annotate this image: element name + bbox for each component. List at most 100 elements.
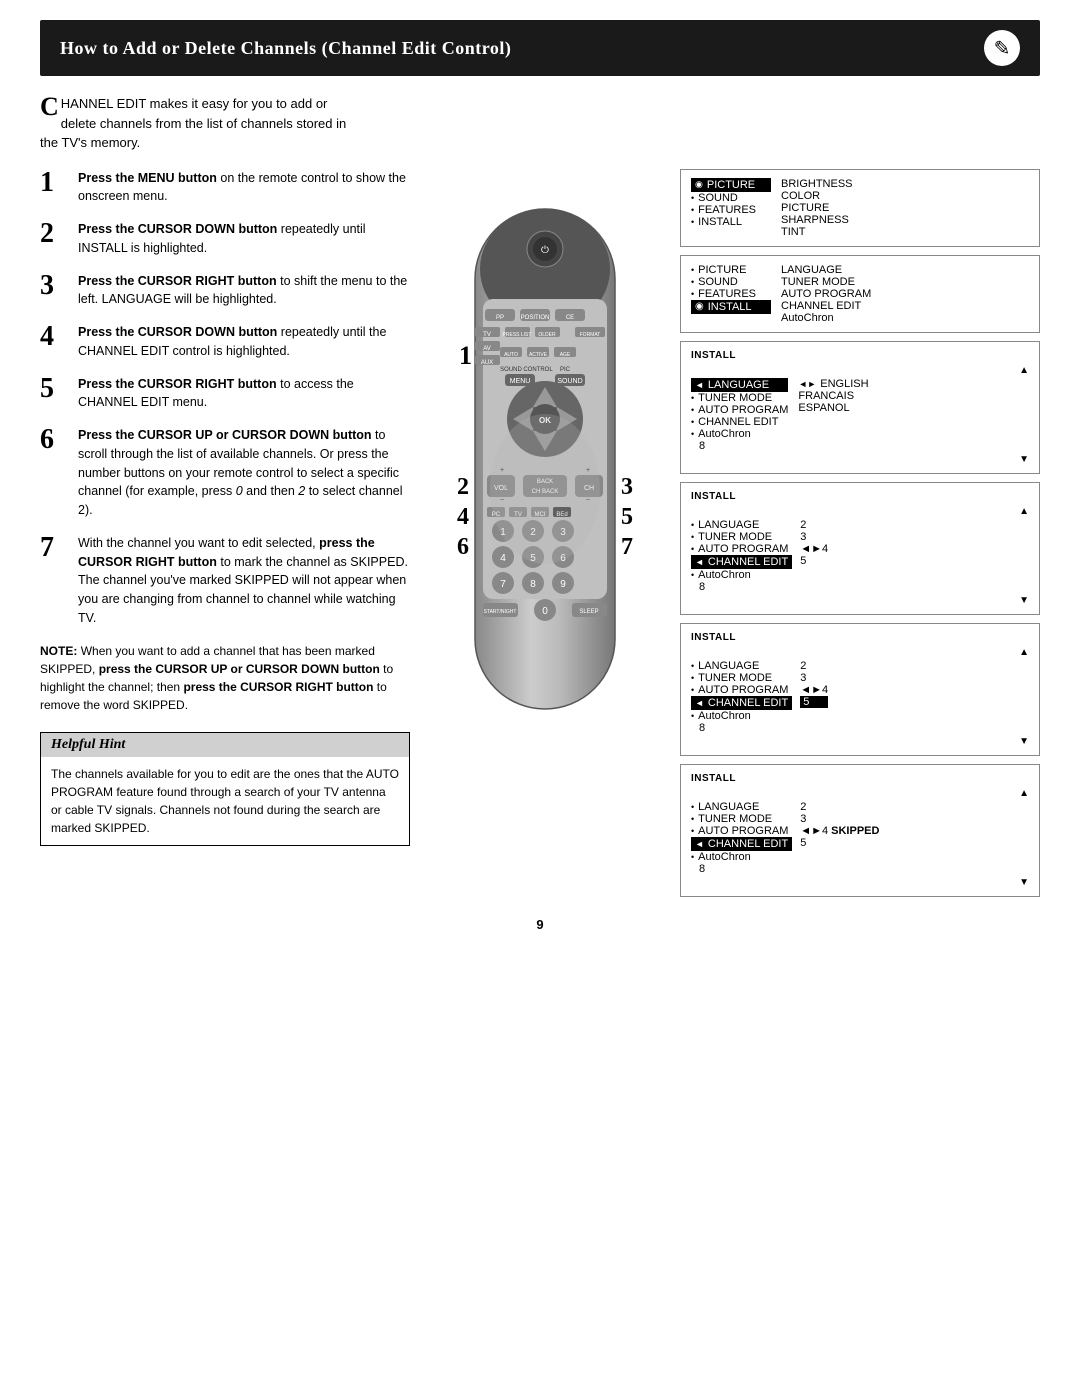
screen5-right: 2 3 ◄►4 5 xyxy=(800,660,828,734)
screen5-up-arrow: ▲ xyxy=(691,647,1029,658)
menu-screen-6: INSTALL ▲ • LANGUAGE • TUNER MODE • AUTO… xyxy=(680,764,1040,897)
step6-bold: Press the CURSOR UP or CURSOR DOWN butto… xyxy=(78,428,372,442)
screen3-down-arrow: ▼ xyxy=(691,454,1029,465)
svg-text:4: 4 xyxy=(457,504,469,530)
s3-espanol: ESPANOL xyxy=(798,402,868,414)
screen5-left: • LANGUAGE • TUNER MODE • AUTO PROGRAM ◄… xyxy=(691,660,792,734)
screen3-left: ◄ LANGUAGE • TUNER MODE • AUTO PROGRAM •… xyxy=(691,378,788,452)
menu-screen-1: ◉ PICTURE • SOUND • FEATURES • INSTALL xyxy=(680,169,1040,247)
install-label: INSTALL xyxy=(698,216,742,228)
s2-features: •FEATURES xyxy=(691,288,771,300)
step7-bold: press the CURSOR RIGHT button xyxy=(78,536,375,569)
s3-8: 8 xyxy=(691,440,788,452)
s5-val4: ◄►4 xyxy=(800,684,828,696)
svg-text:⏻: ⏻ xyxy=(541,245,549,256)
screen4-right: 2 3 ◄►4 5 xyxy=(800,519,828,593)
s5-autochron: • AutoChron xyxy=(691,710,792,722)
intro-text: C HANNEL EDIT makes it easy for you to a… xyxy=(40,94,360,153)
menu-screen-5: INSTALL ▲ • LANGUAGE • TUNER MODE • AUTO… xyxy=(680,623,1040,756)
s5-tuner: • TUNER MODE xyxy=(691,672,792,684)
s6-val5: 5 xyxy=(800,837,879,849)
screen4-left: • LANGUAGE • TUNER MODE • AUTO PROGRAM ◄… xyxy=(691,519,792,593)
picture-menu-item-sound: • SOUND xyxy=(691,192,771,204)
step3-bold: Press the CURSOR RIGHT button xyxy=(78,274,277,288)
main-layout: 1 Press the MENU button on the remote co… xyxy=(40,169,1040,897)
screen3-right: ◄► ENGLISH FRANCAIS ESPANOL xyxy=(798,378,868,452)
remote-container: ⏻ PP POSITION CE TV AV AUX PRESS xyxy=(445,199,645,722)
svg-text:SLEEP: SLEEP xyxy=(579,609,598,615)
step-1: 1 Press the MENU button on the remote co… xyxy=(40,169,410,207)
note-bold2: press the CUR­SOR RIGHT button xyxy=(183,680,373,694)
screen6-left: • LANGUAGE • TUNER MODE • AUTO PROGRAM ◄… xyxy=(691,801,792,875)
screen3-title: INSTALL xyxy=(691,350,1029,361)
screen6-right: 2 3 ◄►4 SKIPPED 5 xyxy=(800,801,879,875)
s4-8: 8 xyxy=(691,581,792,593)
s5-auto: • AUTO PROGRAM xyxy=(691,684,792,696)
color-item: COLOR xyxy=(781,190,853,202)
screen6-down-arrow: ▼ xyxy=(691,877,1029,888)
page-header: How to Add or Delete Channels (Channel E… xyxy=(40,20,1040,76)
svg-text:4: 4 xyxy=(500,553,506,564)
s4-val5: 5 xyxy=(800,555,828,567)
left-column: 1 Press the MENU button on the remote co… xyxy=(40,169,410,897)
step-content-5: Press the CURSOR RIGHT button to access … xyxy=(78,375,410,413)
s4-val3: 3 xyxy=(800,531,828,543)
s3-tuner: • TUNER MODE xyxy=(691,392,788,404)
svg-text:CONTROL: CONTROL xyxy=(523,367,553,373)
svg-text:START/NIGHT: START/NIGHT xyxy=(484,609,517,615)
screen3-up-arrow: ▲ xyxy=(691,365,1029,376)
step-7: 7 With the channel you want to edit sele… xyxy=(40,534,410,628)
svg-text:FORMAT: FORMAT xyxy=(580,332,601,338)
svg-text:AGE: AGE xyxy=(560,352,571,358)
helpful-hint-title: HELPFUL HINT xyxy=(41,733,409,757)
step-3: 3 Press the CURSOR RIGHT button to shift… xyxy=(40,272,410,310)
step-number-6: 6 xyxy=(40,426,68,520)
step-content-3: Press the CURSOR RIGHT button to shift t… xyxy=(78,272,410,310)
s3-auto: • AUTO PROGRAM xyxy=(691,404,788,416)
step-number-7: 7 xyxy=(40,534,68,628)
step-6: 6 Press the CURSOR UP or CURSOR DOWN but… xyxy=(40,426,410,520)
install-menu-right: LANGUAGE TUNER MODE AUTO PROGRAM CHANNEL… xyxy=(781,264,871,324)
step-5: 5 Press the CURSOR RIGHT button to acces… xyxy=(40,375,410,413)
s5-channel: ◄ CHANNEL EDIT xyxy=(691,696,792,710)
svg-text:MENU: MENU xyxy=(510,378,531,385)
remote-svg: ⏻ PP POSITION CE TV AV AUX PRESS xyxy=(445,199,645,719)
picture-sub-item: PICTURE xyxy=(781,202,853,214)
s3-english: ◄► ENGLISH xyxy=(798,378,868,390)
svg-text:2: 2 xyxy=(457,474,469,500)
s6-val4: ◄►4 SKIPPED xyxy=(800,825,879,837)
brightness-item: BRIGHTNESS xyxy=(781,178,853,190)
svg-text:POSITION: POSITION xyxy=(521,315,550,321)
svg-text:PRESS LIST: PRESS LIST xyxy=(503,332,532,338)
svg-text:5: 5 xyxy=(621,504,633,530)
bullet-features: • xyxy=(691,205,694,215)
tint-label: TINT xyxy=(781,226,805,238)
features-label: FEATURES xyxy=(698,204,756,216)
s5-val3: 3 xyxy=(800,672,828,684)
s5-val2: 2 xyxy=(800,660,828,672)
helpful-hint-box: HELPFUL HINT The channels available for … xyxy=(40,732,410,846)
install-menu-left: •PICTURE •SOUND •FEATURES ◉INSTALL xyxy=(691,264,771,324)
svg-text:0: 0 xyxy=(542,606,548,617)
screen4-title: INSTALL xyxy=(691,491,1029,502)
svg-text:7: 7 xyxy=(621,534,633,560)
step-content-1: Press the MENU button on the remote cont… xyxy=(78,169,410,207)
screen4-down-arrow: ▼ xyxy=(691,595,1029,606)
note-bold1: press the CUR­SOR UP or CURSOR DOWN butt… xyxy=(99,662,380,676)
s2-sound: •SOUND xyxy=(691,276,771,288)
s3-autochron: • AutoChron xyxy=(691,428,788,440)
step-content-2: Press the CURSOR DOWN button repeatedly … xyxy=(78,220,410,258)
picture-menu-left: ◉ PICTURE • SOUND • FEATURES • INSTALL xyxy=(691,178,771,238)
right-column: ◉ PICTURE • SOUND • FEATURES • INSTALL xyxy=(680,169,1040,897)
bullet-install: • xyxy=(691,217,694,227)
svg-text:OLDER: OLDER xyxy=(538,332,556,338)
bullet-picture: ◉ xyxy=(695,179,703,190)
step-content-6: Press the CURSOR UP or CURSOR DOWN butto… xyxy=(78,426,410,520)
s4-val4: ◄►4 xyxy=(800,543,828,555)
svg-text:AUX: AUX xyxy=(481,360,493,366)
s6-val2: 2 xyxy=(800,801,879,813)
svg-text:SOUND: SOUND xyxy=(557,378,582,385)
intro-body: HANNEL EDIT makes it easy for you to add… xyxy=(40,96,346,150)
svg-text:PP: PP xyxy=(496,315,504,321)
note-box: NOTE: When you want to add a channel tha… xyxy=(40,642,410,714)
